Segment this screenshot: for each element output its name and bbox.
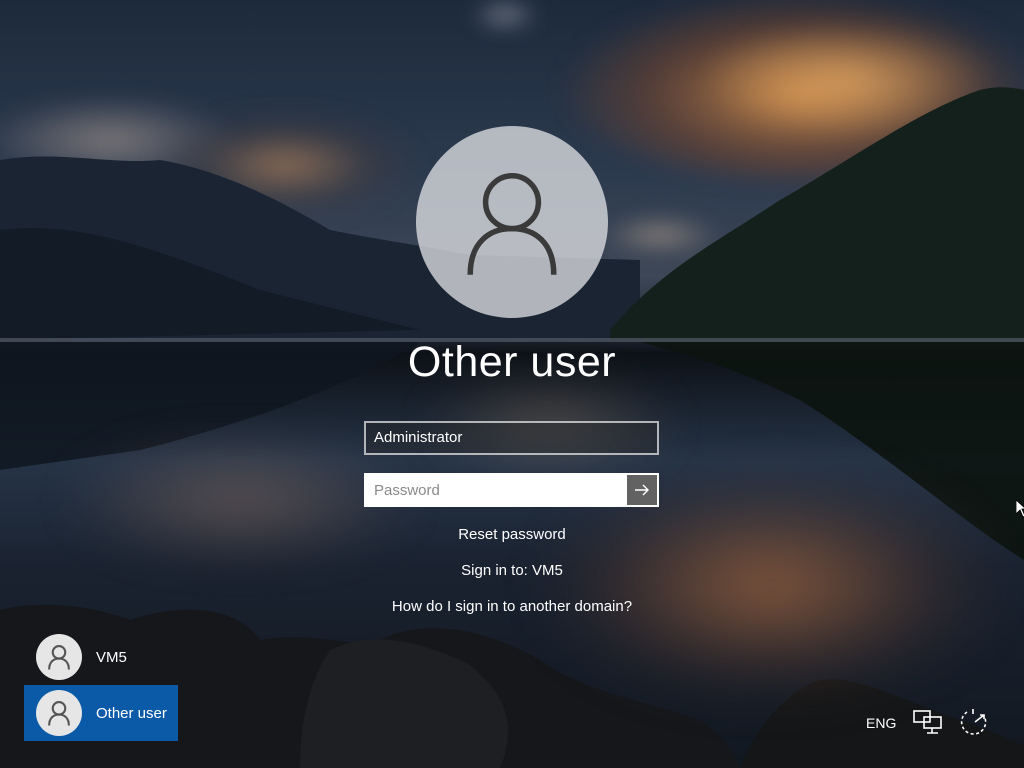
mouse-cursor bbox=[1015, 499, 1024, 523]
avatar bbox=[36, 634, 82, 680]
ease-of-access-icon[interactable] bbox=[958, 707, 992, 740]
user-silhouette-icon bbox=[48, 701, 70, 726]
user-avatar-large bbox=[416, 126, 608, 318]
password-box bbox=[364, 473, 659, 507]
user-tile-label: VM5 bbox=[96, 648, 127, 666]
avatar bbox=[36, 690, 82, 736]
reset-password-link[interactable]: Reset password bbox=[0, 526, 1024, 543]
user-silhouette-icon bbox=[467, 173, 557, 275]
sign-in-to-label: Sign in to: VM5 bbox=[461, 562, 563, 579]
user-tile-other-user[interactable]: Other user bbox=[24, 685, 178, 741]
user-display-name: Other user bbox=[407, 338, 617, 386]
user-tile-label: Other user bbox=[96, 704, 167, 722]
other-domain-link[interactable]: How do I sign in to another domain? bbox=[0, 598, 1024, 615]
user-silhouette-icon bbox=[48, 645, 70, 670]
submit-button[interactable] bbox=[627, 475, 657, 505]
network-icon[interactable] bbox=[912, 709, 944, 738]
username-field[interactable]: Administrator bbox=[364, 421, 659, 455]
password-input[interactable] bbox=[366, 475, 627, 505]
language-indicator[interactable]: ENG bbox=[866, 715, 896, 731]
arrow-right-icon bbox=[635, 484, 649, 496]
user-tile-vm5[interactable]: VM5 bbox=[24, 629, 178, 685]
